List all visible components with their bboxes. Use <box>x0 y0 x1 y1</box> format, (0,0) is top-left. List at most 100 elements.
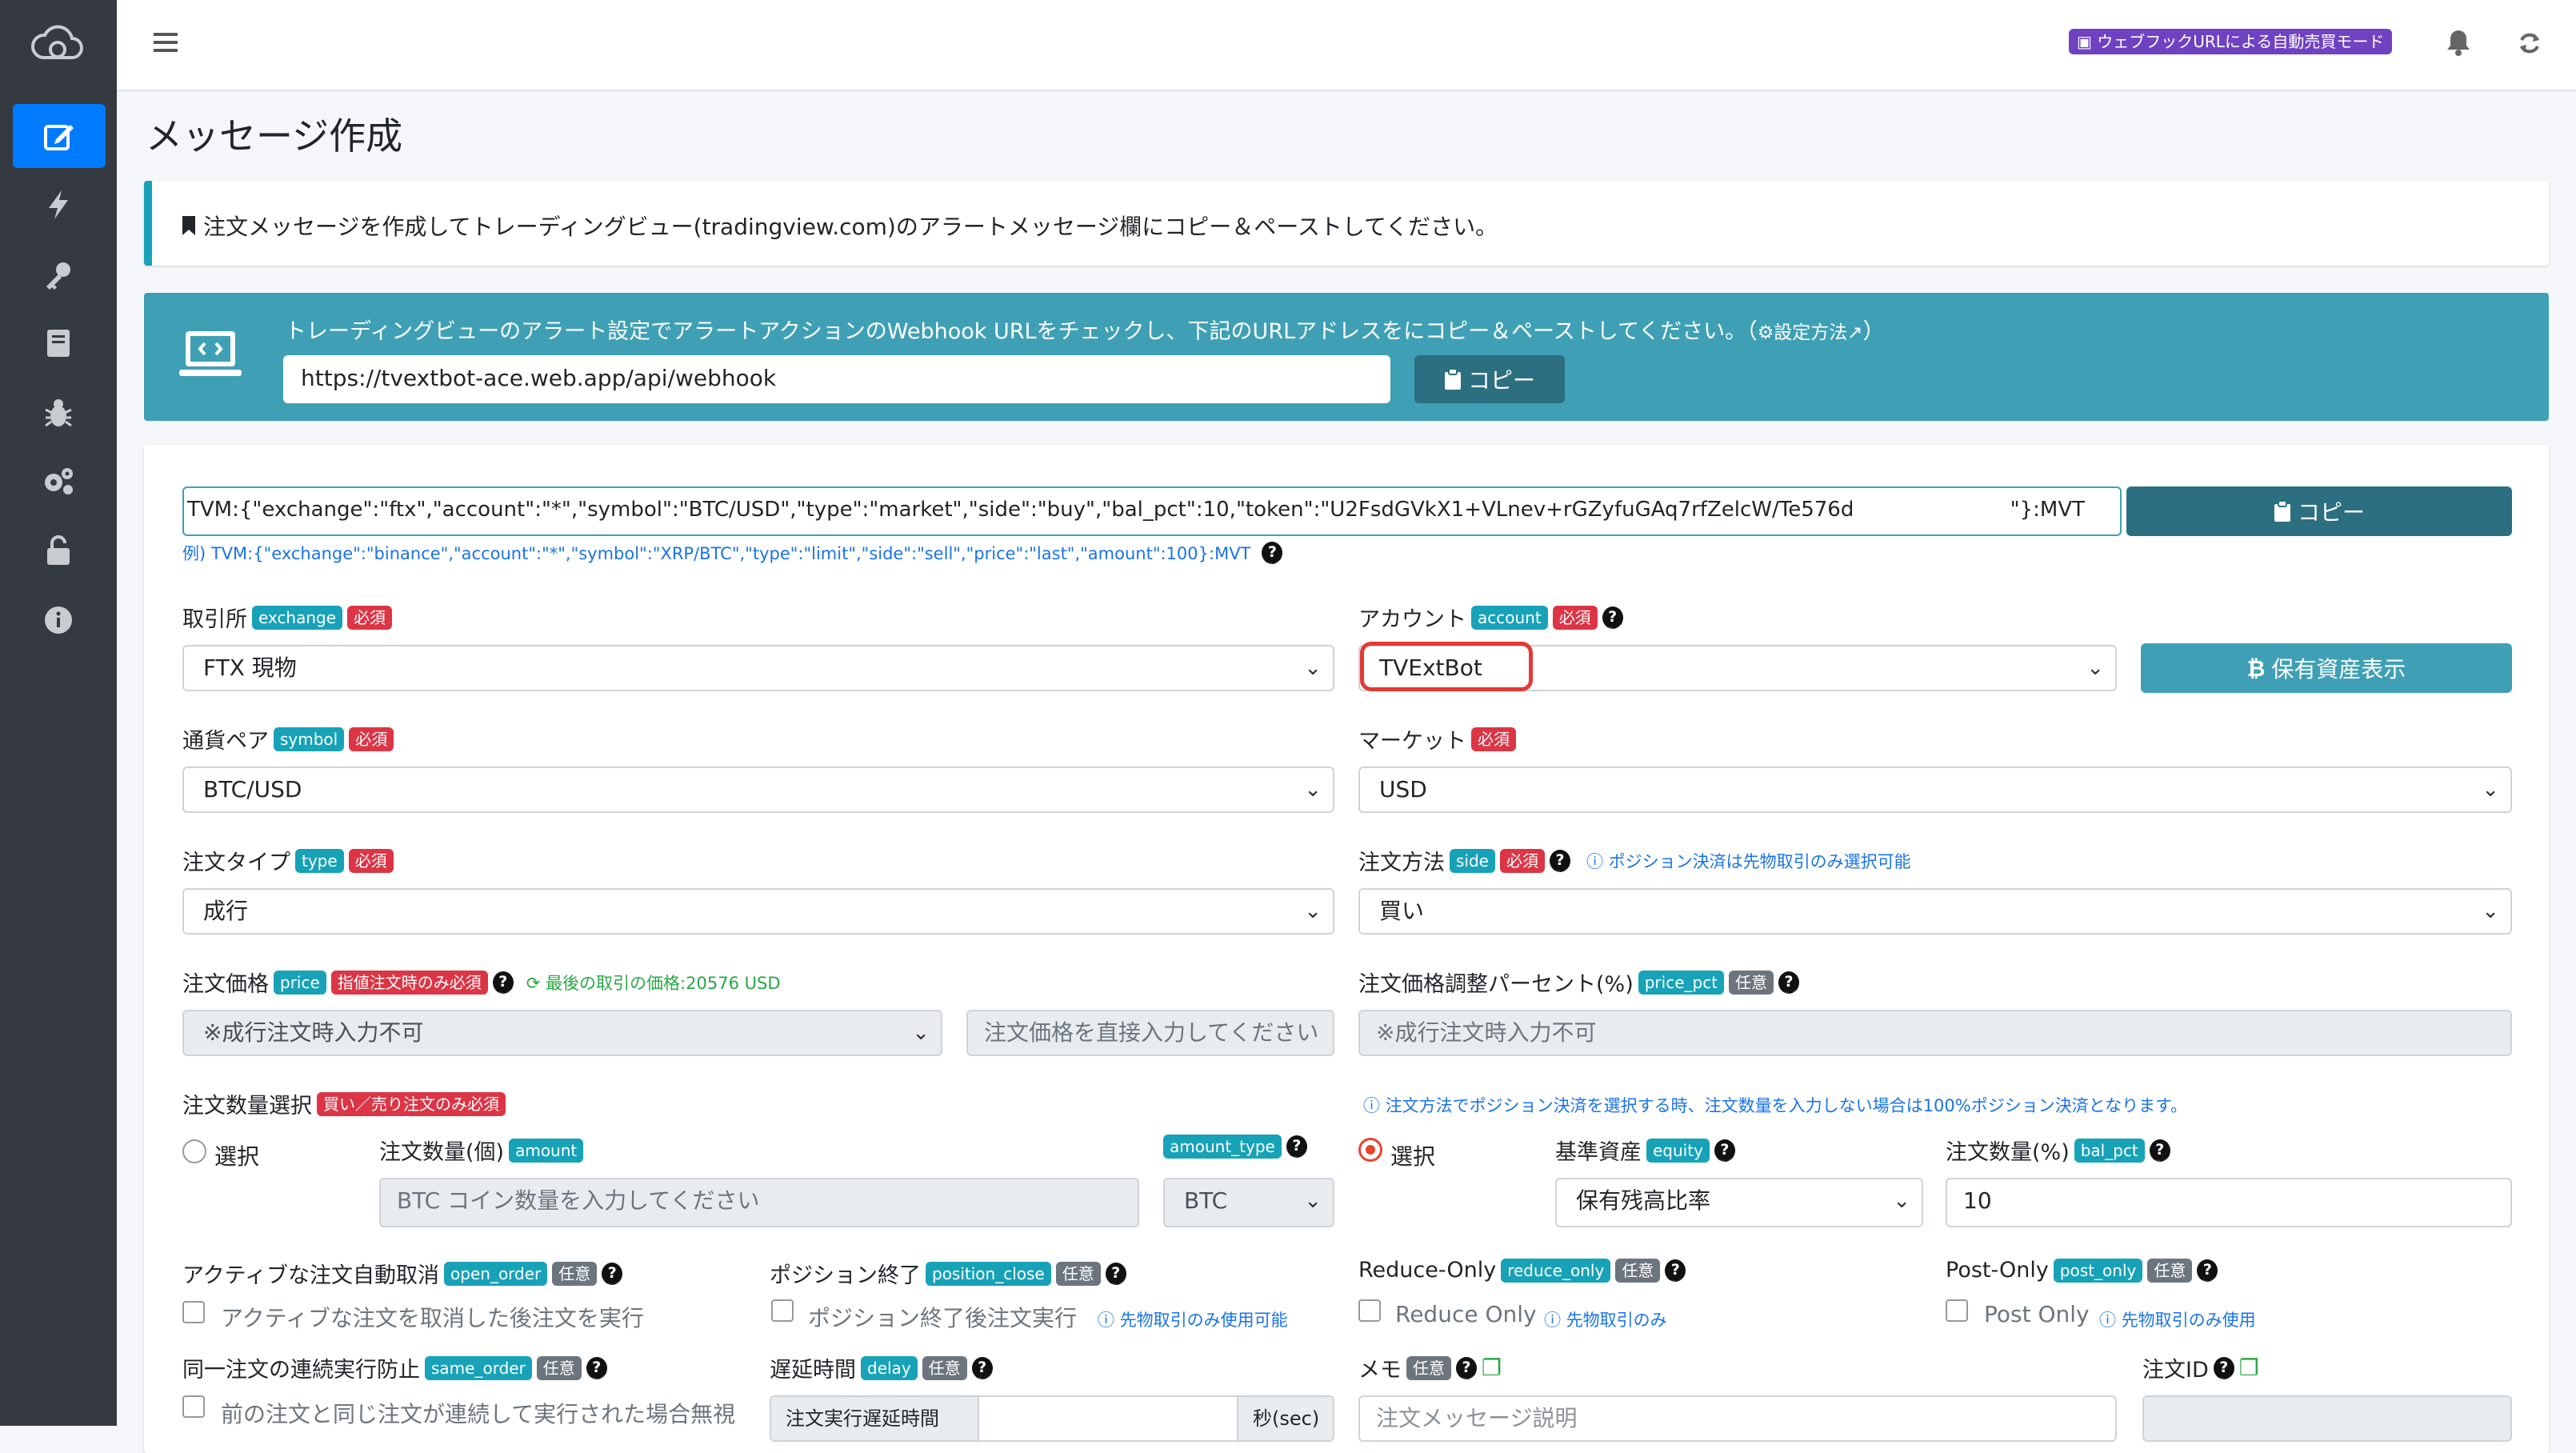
webhook-copy-button[interactable]: コピー <box>1414 355 1565 403</box>
external-link-icon: ↗ <box>1847 322 1863 343</box>
key-badge: price <box>274 970 326 995</box>
optional-badge: 任意 <box>1406 1355 1451 1380</box>
price-select[interactable]: ※成行注文時入力不可 ⌄ <box>182 1010 942 1056</box>
chevron-down-icon: ⌄ <box>1893 1189 1910 1213</box>
optional-badge: 任意 <box>552 1261 598 1286</box>
equity-select[interactable]: 保有残高比率 ⌄ <box>1555 1178 1923 1227</box>
sidebar-item-message[interactable] <box>13 104 106 168</box>
amount-input[interactable]: BTC コイン数量を入力してください <box>379 1178 1139 1227</box>
symbol-label: 通貨ペア symbol 必須 <box>182 723 394 755</box>
position-close-checkbox[interactable] <box>771 1299 794 1322</box>
position-close-label: ポジション終了 position_close 任意 ? <box>770 1258 1126 1289</box>
message-copy-button[interactable]: コピー <box>2126 486 2512 536</box>
help-icon[interactable]: ? <box>1456 1356 1477 1379</box>
key-badge: exchange <box>252 605 343 630</box>
radio-label: 選択 <box>214 1143 260 1170</box>
order-type-select[interactable]: 成行 ⌄ <box>182 888 1334 935</box>
key-badge: position_close <box>926 1261 1051 1286</box>
chevron-down-icon: ⌄ <box>1304 1189 1322 1213</box>
price-direct-input[interactable]: 注文価格を直接入力してください <box>966 1010 1334 1056</box>
reduce-only-checkbox-label: Reduce Only <box>1395 1301 1537 1327</box>
unlock-icon <box>47 535 70 565</box>
help-icon[interactable]: ? <box>1262 542 1283 564</box>
edit-icon <box>44 125 74 150</box>
message-example: 例) TVM:{"exchange":"binance","account":"… <box>182 541 1283 565</box>
sync-icon: ⟳ <box>526 973 546 993</box>
help-icon[interactable]: ? <box>1714 1139 1735 1162</box>
qty-radio-amount[interactable] <box>182 1139 206 1163</box>
gear-icon: ⚙ <box>1757 322 1774 343</box>
help-icon[interactable]: ? <box>1549 849 1570 872</box>
symbol-select[interactable]: BTC/USD ⌄ <box>182 767 1334 813</box>
sidebar-item-bug[interactable] <box>34 388 83 438</box>
reduce-only-checkbox[interactable] <box>1358 1299 1381 1322</box>
copy-icon[interactable]: ❐ <box>1482 1355 1502 1381</box>
qty-note: ⓘ 注文方法でポジション決済を選択する時、注文数量を入力しない場合は100%ポジ… <box>1363 1096 2187 1115</box>
help-icon[interactable]: ? <box>1665 1259 1686 1282</box>
sidebar-item-settings[interactable] <box>34 456 83 506</box>
help-icon[interactable]: ? <box>492 971 514 994</box>
key-badge: amount_type <box>1163 1135 1282 1159</box>
info-callout-text: 注文メッセージを作成してトレーディングビュー(tradingview.com)の… <box>203 214 1498 240</box>
post-only-checkbox[interactable] <box>1946 1299 1968 1322</box>
amount-type-label: amount_type ? <box>1163 1135 1307 1159</box>
cloud-logo-icon[interactable] <box>27 16 88 72</box>
sidebar-item-key[interactable] <box>34 250 83 299</box>
amount-type-select[interactable]: BTC ⌄ <box>1163 1178 1334 1227</box>
order-side-select[interactable]: 買い ⌄ <box>1358 888 2512 935</box>
qty-radio-balance[interactable] <box>1358 1138 1382 1162</box>
help-icon[interactable]: ? <box>586 1356 607 1379</box>
order-id-input[interactable] <box>2142 1395 2512 1442</box>
required-badge: 必須 <box>1499 848 1545 873</box>
webhook-url-input[interactable]: https://tvextbot-ace.web.app/api/webhook <box>283 355 1390 403</box>
key-badge: price_pct <box>1638 970 1725 995</box>
refresh-icon[interactable] <box>2517 30 2542 59</box>
sidebar-item-book[interactable] <box>34 318 83 368</box>
message-output-field[interactable]: TVM:{"exchange":"ftx","account":"*","sym… <box>182 486 2122 536</box>
help-icon[interactable]: ? <box>2149 1139 2170 1162</box>
laptop-code-icon <box>179 330 242 382</box>
exchange-select[interactable]: FTX 現物 ⌄ <box>182 645 1334 691</box>
sidebar-item-info[interactable] <box>34 595 83 645</box>
help-icon[interactable]: ? <box>2197 1259 2218 1282</box>
sidebar-item-lock[interactable] <box>34 526 83 575</box>
help-icon[interactable]: ? <box>1778 971 1800 994</box>
sidebar-item-bolt[interactable] <box>34 180 83 230</box>
top-navbar: ▣ ウェブフックURLによる自動売買モード <box>117 0 2576 91</box>
same-order-checkbox[interactable] <box>182 1395 205 1418</box>
optional-badge: 任意 <box>536 1355 582 1380</box>
bookmark-icon <box>182 216 195 235</box>
required-badge: 必須 <box>1471 726 1516 751</box>
show-holdings-button[interactable]: ₿ 保有資産表示 <box>2141 643 2512 693</box>
optional-badge: 任意 <box>1615 1258 1661 1283</box>
help-icon[interactable]: ? <box>1602 606 1623 629</box>
post-only-checkbox-label: Post Only <box>1984 1301 2090 1327</box>
bell-icon[interactable] <box>2446 29 2470 59</box>
help-icon[interactable]: ? <box>602 1262 623 1285</box>
chevron-down-icon: ⌄ <box>1304 656 1322 680</box>
price-pct-input[interactable]: ※成行注文時入力不可 <box>1358 1010 2512 1056</box>
open-order-checkbox[interactable] <box>182 1301 205 1323</box>
key-badge: type <box>295 848 344 873</box>
settings-link[interactable]: ⚙設定方法↗ <box>1758 322 1863 343</box>
bug-icon <box>45 399 72 427</box>
info-circle-icon: ⓘ <box>2099 1311 2122 1330</box>
copy-icon[interactable]: ❐ <box>2239 1355 2259 1381</box>
required-badge: 必須 <box>1552 605 1598 630</box>
help-icon[interactable]: ? <box>971 1356 993 1379</box>
market-select[interactable]: USD ⌄ <box>1358 767 2512 813</box>
reduce-only-label: Reduce-Only reduce_only 任意 ? <box>1358 1258 1686 1283</box>
required-badge: 必須 <box>347 605 393 630</box>
optional-badge: 任意 <box>2147 1258 2193 1283</box>
chevron-down-icon: ⌄ <box>1304 899 1322 923</box>
delay-input[interactable] <box>978 1395 1238 1442</box>
bitcoin-icon: ₿ <box>2246 654 2266 682</box>
bal-pct-input[interactable]: 10 <box>1946 1178 2512 1227</box>
help-icon[interactable]: ? <box>2213 1356 2234 1379</box>
info-circle-icon: ⓘ <box>1363 1096 1386 1115</box>
help-icon[interactable]: ? <box>1286 1135 1307 1158</box>
help-icon[interactable]: ? <box>1105 1262 1126 1285</box>
hamburger-menu-icon[interactable] <box>154 30 181 58</box>
memo-input[interactable]: 注文メッセージ説明 <box>1358 1395 2117 1442</box>
chevron-down-icon: ⌄ <box>2482 778 2499 802</box>
